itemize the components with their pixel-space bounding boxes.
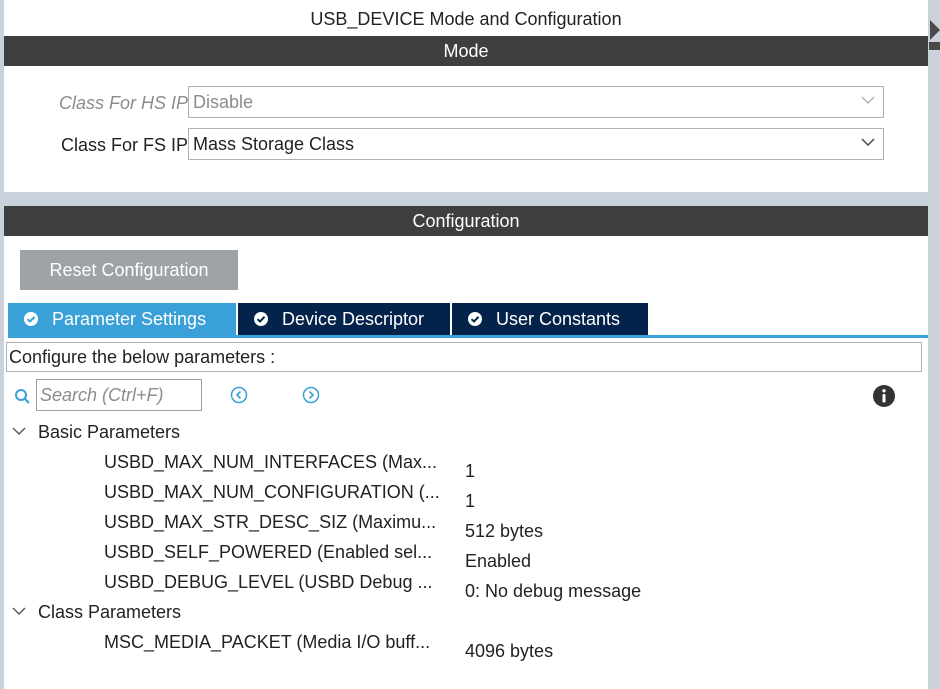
fs-class-row: Class For FS IP Mass Storage Class bbox=[4, 128, 928, 162]
tab-user-constants[interactable]: User Constants bbox=[452, 303, 648, 335]
panel-title: USB_DEVICE Mode and Configuration bbox=[310, 9, 622, 29]
param-row[interactable]: USBD_MAX_STR_DESC_SIZ (Maximu... 512 byte… bbox=[104, 507, 543, 541]
next-icon[interactable] bbox=[302, 386, 320, 404]
chevron-down-icon bbox=[12, 607, 26, 616]
param-value: 4096 bytes bbox=[465, 641, 554, 661]
check-circle-icon bbox=[254, 312, 268, 326]
collapse-arrow-icon[interactable] bbox=[929, 20, 940, 50]
tab-underline bbox=[8, 335, 928, 338]
hs-class-select: Disable bbox=[188, 86, 884, 118]
info-icon[interactable] bbox=[872, 384, 896, 408]
chevron-down-icon bbox=[861, 138, 875, 146]
hs-class-value: Disable bbox=[193, 92, 254, 112]
configuration-panel: Configuration Reset Configuration Parame… bbox=[4, 206, 928, 689]
fs-class-value: Mass Storage Class bbox=[193, 134, 355, 154]
group-basic-parameters[interactable]: Basic Parameters bbox=[12, 417, 180, 447]
param-row[interactable]: USBD_MAX_NUM_CONFIGURATION (... 1 bbox=[104, 477, 475, 511]
check-circle-icon bbox=[24, 312, 38, 326]
search-input[interactable] bbox=[36, 379, 202, 411]
param-name: USBD_MAX_NUM_CONFIGURATION (... bbox=[104, 482, 440, 502]
param-name: USBD_MAX_NUM_INTERFACES (Max... bbox=[104, 452, 438, 472]
previous-icon[interactable] bbox=[230, 386, 248, 404]
tab-parameter-settings[interactable]: Parameter Settings bbox=[8, 303, 236, 335]
fs-class-select[interactable]: Mass Storage Class bbox=[188, 128, 884, 160]
tab-bar: Parameter Settings Device Descriptor Use… bbox=[8, 303, 928, 335]
param-row[interactable]: USBD_SELF_POWERED (Enabled sel... Enabled bbox=[104, 537, 531, 571]
mode-header: Mode bbox=[4, 36, 928, 66]
group-label: Class Parameters bbox=[38, 602, 182, 622]
hs-class-row: Class For HS IP Disable bbox=[4, 86, 928, 120]
fs-class-label: Class For FS IP bbox=[60, 135, 188, 155]
tab-label: User Constants bbox=[496, 309, 621, 329]
check-circle-icon bbox=[468, 312, 482, 326]
param-name: USBD_SELF_POWERED (Enabled sel... bbox=[104, 542, 433, 562]
search-icon bbox=[15, 389, 30, 404]
window-edge bbox=[928, 0, 940, 689]
param-value: 0: No debug message bbox=[465, 581, 642, 601]
param-name: MSC_MEDIA_PACKET (Media I/O buff... bbox=[104, 632, 431, 652]
param-row[interactable]: MSC_MEDIA_PACKET (Media I/O buff... 4096 … bbox=[104, 627, 553, 661]
tab-label: Device Descriptor bbox=[282, 309, 425, 329]
configuration-header: Configuration bbox=[4, 206, 928, 236]
tab-device-descriptor[interactable]: Device Descriptor bbox=[238, 303, 450, 335]
chevron-down-icon bbox=[861, 96, 875, 104]
param-row[interactable]: USBD_MAX_NUM_INTERFACES (Max... 1 bbox=[104, 447, 475, 481]
mode-panel: USB_DEVICE Mode and Configuration Mode C… bbox=[4, 0, 928, 192]
param-name: USBD_DEBUG_LEVEL (USBD Debug ... bbox=[104, 572, 433, 592]
group-label: Basic Parameters bbox=[38, 422, 181, 442]
group-class-parameters[interactable]: Class Parameters bbox=[12, 597, 181, 627]
param-name: USBD_MAX_STR_DESC_SIZ (Maximu... bbox=[104, 512, 437, 532]
reset-configuration-button[interactable]: Reset Configuration bbox=[20, 250, 238, 290]
hs-class-label: Class For HS IP bbox=[58, 93, 188, 113]
tab-label: Parameter Settings bbox=[52, 309, 207, 329]
chevron-down-icon bbox=[12, 427, 26, 436]
param-row[interactable]: USBD_DEBUG_LEVEL (USBD Debug ... 0: No de… bbox=[104, 567, 641, 601]
description-box: Configure the below parameters : bbox=[6, 342, 922, 372]
